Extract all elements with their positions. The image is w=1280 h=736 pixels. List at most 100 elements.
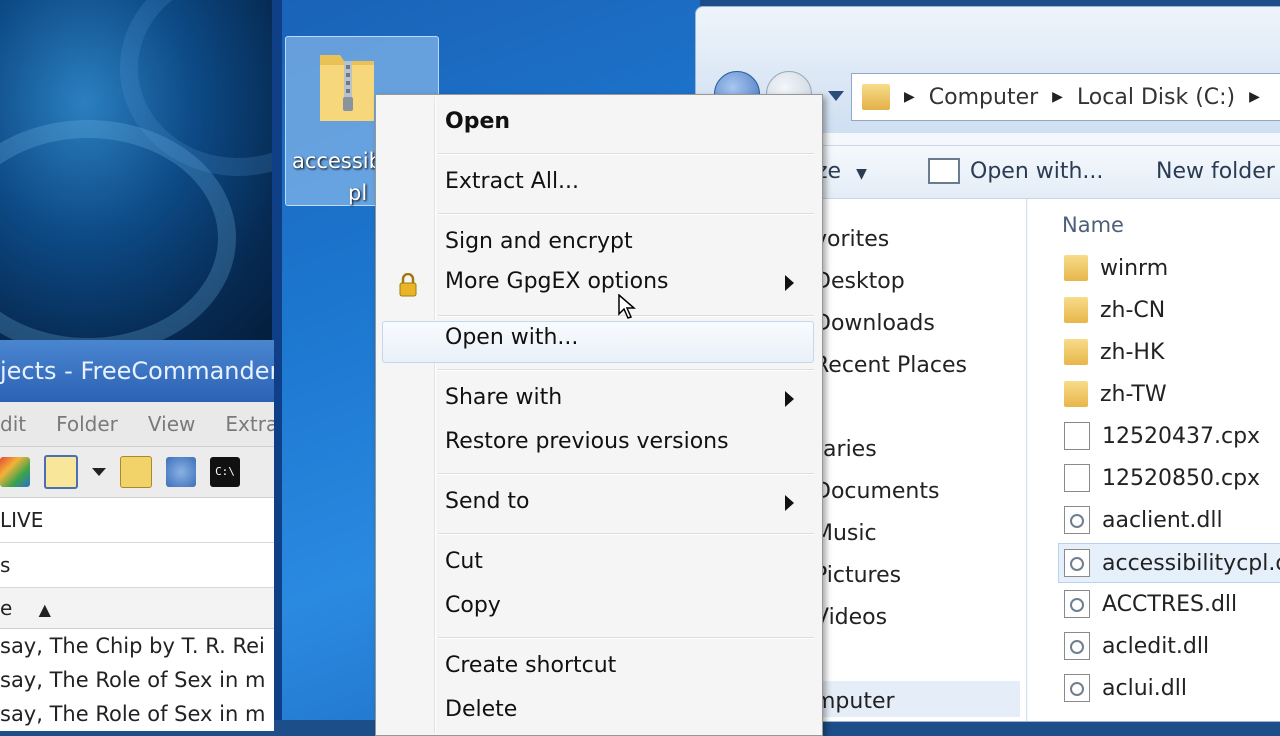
list-item[interactable]: 12520850.cpx (1064, 459, 1260, 497)
menu-item-delete[interactable]: Delete (445, 697, 517, 722)
path-field[interactable]: s (0, 543, 274, 588)
file-name: 12520850.cpx (1102, 465, 1261, 491)
file-name: aclui.dll (1102, 675, 1187, 701)
nav-desktop[interactable]: Desktop (814, 269, 905, 294)
menu-bar: dit Folder View Extras (0, 402, 274, 447)
menu-item-open[interactable]: Open (445, 109, 510, 134)
dll-file-icon (1064, 674, 1090, 702)
column-header-label: e (0, 596, 13, 620)
file-name: accessibilitycpl.dl (1102, 550, 1280, 576)
menu-item-open-with[interactable]: Open with... (445, 325, 578, 350)
menu-item-extract-all[interactable]: Extract All... (445, 169, 579, 194)
list-item[interactable]: aaclient.dll (1064, 501, 1223, 539)
file-row[interactable]: say, The Chip by T. R. Rei (0, 629, 274, 663)
window-title: jects - FreeCommander (0, 340, 274, 402)
nav-recent-places[interactable]: Recent Places (814, 353, 967, 378)
menu-item-create-shortcut[interactable]: Create shortcut (445, 653, 616, 678)
list-item[interactable]: winrm (1064, 249, 1168, 287)
folder-icon (1064, 339, 1088, 365)
edit-icon[interactable] (44, 455, 78, 489)
menu-gutter (434, 97, 436, 733)
list-item[interactable]: ACCTRES.dll (1064, 585, 1237, 623)
submenu-arrow-icon (785, 275, 794, 291)
breadcrumb-local-disk[interactable]: Local Disk (C:) (1077, 85, 1235, 110)
menu-item-restore-previous-versions[interactable]: Restore previous versions (445, 429, 729, 454)
file-icon (1064, 464, 1090, 492)
command-prompt-icon[interactable]: C:\ (210, 457, 240, 487)
desktop-wallpaper (0, 0, 356, 356)
menu-extras[interactable]: Extras (225, 412, 274, 436)
lock-icon (399, 273, 417, 297)
script-icon[interactable] (120, 456, 152, 488)
column-header-name[interactable]: Name (1062, 213, 1124, 237)
breadcrumb-computer[interactable]: Computer (929, 85, 1038, 110)
new-folder-button[interactable]: New folder (1156, 159, 1275, 184)
file-name: winrm (1100, 255, 1169, 281)
folder-icon (1064, 255, 1088, 281)
zip-folder-icon (320, 55, 374, 121)
column-header-name[interactable]: e ▲ (0, 588, 274, 629)
file-name: zh-HK (1100, 339, 1165, 365)
list-item[interactable]: 12520437.cpx (1064, 417, 1260, 455)
mouse-cursor-icon (618, 294, 636, 319)
menu-separator (438, 369, 814, 371)
menu-view[interactable]: View (148, 412, 195, 436)
breadcrumb-chevron-icon[interactable]: ▶ (904, 89, 915, 105)
dll-file-icon (1064, 549, 1090, 577)
recent-pages-dropdown-icon[interactable] (828, 91, 844, 101)
menu-item-share-with[interactable]: Share with (445, 385, 562, 410)
nav-videos[interactable]: Videos (814, 605, 887, 630)
menu-item-sign-encrypt[interactable]: Sign and encrypt (445, 229, 633, 254)
menu-item-copy[interactable]: Copy (445, 593, 501, 618)
nav-music[interactable]: Music (814, 521, 877, 546)
file-row[interactable]: say, The Role of Sex in m (0, 663, 274, 697)
context-menu: Open Extract All... Sign and encrypt Mor… (375, 94, 823, 736)
menu-folder[interactable]: Folder (56, 412, 118, 436)
network-icon[interactable] (166, 457, 196, 487)
list-item[interactable]: zh-HK (1064, 333, 1164, 371)
file-name: aaclient.dll (1102, 507, 1223, 533)
submenu-arrow-icon (785, 391, 794, 407)
nav-downloads[interactable]: Downloads (814, 311, 935, 336)
list-item-selected[interactable]: accessibilitycpl.dl (1058, 543, 1280, 583)
folder-icon (862, 84, 890, 110)
nav-documents[interactable]: Documents (814, 479, 939, 504)
menu-separator (438, 473, 814, 475)
menu-item-more-gpgex-options[interactable]: More GpgEX options (445, 269, 669, 294)
file-name: 12520437.cpx (1102, 423, 1261, 449)
folder-icon (1064, 297, 1088, 323)
menu-separator (438, 153, 814, 155)
open-with-button[interactable]: Open with... (928, 158, 1103, 184)
nav-pictures[interactable]: Pictures (814, 563, 901, 588)
nav-computer[interactable]: mputer (814, 689, 895, 714)
list-item[interactable]: aclui.dll (1064, 669, 1187, 707)
address-bar[interactable]: ▶ Computer ▶ Local Disk (C:) ▶ (851, 73, 1280, 121)
file-name: acledit.dll (1102, 633, 1210, 659)
file-name: ACCTRES.dll (1102, 591, 1238, 617)
file-name: zh-TW (1100, 381, 1167, 407)
nav-libraries[interactable]: raries (814, 437, 877, 462)
nav-favorites[interactable]: vorites (814, 227, 889, 252)
list-item[interactable]: zh-TW (1064, 375, 1167, 413)
windows-icon[interactable] (0, 457, 30, 487)
file-icon (1064, 422, 1090, 450)
submenu-arrow-icon (785, 495, 794, 511)
dll-file-icon (1064, 506, 1090, 534)
organize-button[interactable]: ze ▼ (816, 159, 867, 184)
folder-icon (1064, 381, 1088, 407)
menu-item-cut[interactable]: Cut (445, 549, 483, 574)
menu-item-send-to[interactable]: Send to (445, 489, 530, 514)
window-icon (928, 158, 960, 184)
breadcrumb-chevron-icon[interactable]: ▶ (1052, 89, 1063, 105)
list-item[interactable]: acledit.dll (1064, 627, 1209, 665)
dropdown-arrow-icon[interactable] (92, 468, 106, 476)
toolbar: C:\ (0, 447, 274, 498)
breadcrumb-chevron-icon[interactable]: ▶ (1249, 89, 1260, 105)
drive-selector[interactable]: LIVE (0, 498, 274, 543)
freecommander-window: jects - FreeCommander dit Folder View Ex… (0, 340, 274, 731)
menu-edit[interactable]: dit (0, 412, 26, 436)
file-row[interactable]: say, The Role of Sex in m (0, 697, 274, 731)
menu-separator (438, 213, 814, 215)
list-item[interactable]: zh-CN (1064, 291, 1165, 329)
sort-ascending-icon: ▲ (38, 600, 51, 619)
